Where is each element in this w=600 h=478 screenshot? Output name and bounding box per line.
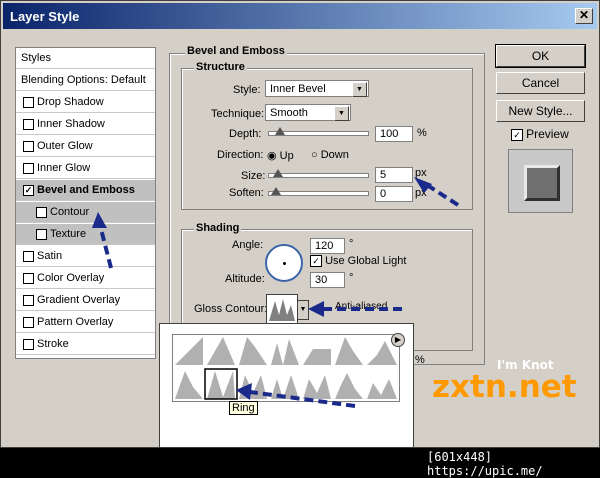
watermark-brand: zxtn.net [432, 369, 577, 405]
arrow-head [414, 177, 432, 193]
arrow-head [236, 383, 252, 400]
footer-text: [601x448] https://upic.me/ [427, 450, 543, 478]
arrow-head [92, 212, 107, 228]
arrow-head [308, 301, 324, 317]
